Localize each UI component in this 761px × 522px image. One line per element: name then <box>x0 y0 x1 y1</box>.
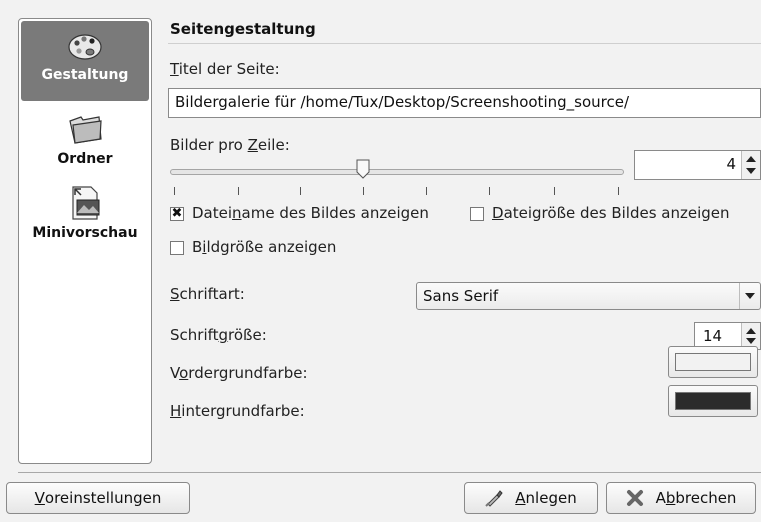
folder-icon <box>69 116 102 144</box>
create-button[interactable]: Anlegen <box>464 482 598 514</box>
font-label: Schriftart: <box>170 285 245 303</box>
chevron-down-icon <box>745 293 755 299</box>
sidebar-item-minivorschau[interactable]: Minivorschau <box>21 179 149 249</box>
sidebar-item-label: Ordner <box>57 151 113 167</box>
font-size-label: Schriftgröße: <box>170 326 267 344</box>
font-select[interactable]: Sans Serif <box>416 282 761 310</box>
slider-tick <box>426 187 427 195</box>
section-divider <box>168 43 761 44</box>
sidebar: Gestaltung Ordner Minivorschau <box>18 18 152 464</box>
dropdown-arrow[interactable] <box>739 283 760 309</box>
page-title-label: Titel der Seite: <box>170 60 280 78</box>
arrow-down-icon[interactable] <box>746 338 756 344</box>
slider-tick <box>363 187 364 195</box>
page-settings-panel: Seitengestaltung Titel der Seite: Bilder… <box>168 12 761 462</box>
image-preview-icon <box>72 186 100 220</box>
arrow-up-icon[interactable] <box>746 156 756 162</box>
background-color-label: Hintergrundfarbe: <box>170 402 305 420</box>
sidebar-item-label: Minivorschau <box>32 225 138 241</box>
sidebar-item-label: Gestaltung <box>41 67 129 83</box>
color-swatch <box>675 353 751 371</box>
slider-tick <box>300 187 301 195</box>
arrow-up-icon[interactable] <box>746 328 756 334</box>
sidebar-item-gestaltung[interactable]: Gestaltung <box>21 21 149 101</box>
slider-tick <box>618 187 619 195</box>
images-per-row-slider[interactable] <box>170 169 624 175</box>
brush-icon <box>485 490 503 507</box>
images-per-row-spinbox[interactable]: 4 <box>634 150 761 180</box>
color-swatch <box>675 392 751 410</box>
arrow-down-icon[interactable] <box>746 168 756 174</box>
background-color-button[interactable] <box>668 385 758 417</box>
show-filesize-label: Dateigröße des Bildes anzeigen <box>492 204 730 222</box>
slider-tick <box>489 187 490 195</box>
show-filesize-checkbox[interactable] <box>470 207 484 221</box>
slider-tick <box>174 187 175 195</box>
foreground-color-button[interactable] <box>668 346 758 378</box>
spinbox-value: 14 <box>703 327 723 345</box>
slider-tick <box>554 187 555 195</box>
spinbox-value: 4 <box>726 155 736 173</box>
bottom-divider <box>18 472 761 473</box>
images-per-row-label: Bilder pro Zeile: <box>170 136 290 154</box>
defaults-button[interactable]: Voreinstellungen <box>6 482 190 514</box>
page-title-input[interactable]: Bildergalerie für /home/Tux/Desktop/Scre… <box>168 88 761 118</box>
slider-handle[interactable] <box>356 159 370 179</box>
show-imagesize-checkbox[interactable] <box>170 241 184 255</box>
spinbox-arrows[interactable] <box>741 151 760 179</box>
section-title: Seitengestaltung <box>170 20 316 38</box>
slider-tick <box>238 187 239 195</box>
sidebar-item-ordner[interactable]: Ordner <box>21 105 149 173</box>
close-icon <box>626 490 643 506</box>
gallery-dialog: Gestaltung Ordner Minivorschau Seitenges… <box>0 0 761 522</box>
cancel-button[interactable]: Ab brechen <box>606 482 756 514</box>
palette-icon <box>68 34 102 60</box>
show-imagesize-label: Bildgröße anzeigen <box>192 238 337 256</box>
foreground-color-label: Vordergrundfarbe: <box>170 364 308 382</box>
font-select-value: Sans Serif <box>423 287 499 305</box>
show-filename-checkbox[interactable]: ✖ <box>170 207 184 221</box>
show-filename-label: Dateiname des Bildes anzeigen <box>192 204 429 222</box>
